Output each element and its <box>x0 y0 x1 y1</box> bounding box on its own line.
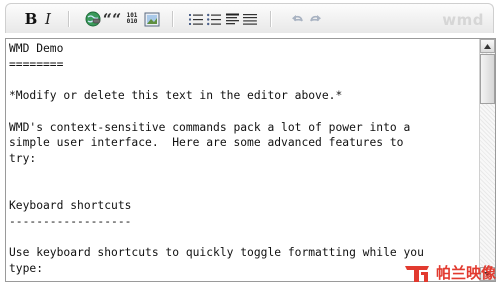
blockquote-button[interactable]: ““ <box>102 9 122 29</box>
image-button[interactable] <box>144 10 160 28</box>
markdown-editor[interactable]: WMD Demo ======== *Modify or delete this… <box>5 38 496 282</box>
undo-button[interactable] <box>290 10 304 28</box>
quote-icon: ““ <box>102 9 122 29</box>
editor-line: simple user interface. Here are some adv… <box>9 136 404 150</box>
redo-button[interactable] <box>308 10 322 28</box>
redo-icon <box>309 14 321 21</box>
bulleted-list-button[interactable] <box>206 10 222 28</box>
editor-line: ------------------ <box>9 214 132 228</box>
bold-button[interactable]: B <box>24 10 38 28</box>
toolbar-separator <box>270 11 272 27</box>
numbered-list-icon <box>189 13 203 25</box>
editor-line: Keyboard shortcuts <box>9 199 132 213</box>
vertical-scrollbar[interactable] <box>479 39 495 281</box>
horizontal-rule-button[interactable] <box>242 10 258 28</box>
link-icon <box>85 11 101 27</box>
watermark-text: 帕兰映像 <box>435 264 496 282</box>
horizontal-rule-icon <box>243 13 257 25</box>
code-button[interactable]: 101 010 <box>124 10 140 28</box>
italic-button[interactable]: I <box>42 10 54 28</box>
editor-line: Use keyboard shortcuts to quickly toggle… <box>9 246 424 260</box>
arrow-up-icon <box>484 43 491 49</box>
undo-icon <box>291 14 303 21</box>
wmd-brand-label: wmd <box>442 11 484 29</box>
editor-line: *Modify or delete this text in the edito… <box>9 89 343 103</box>
image-icon <box>144 12 160 26</box>
link-button[interactable] <box>84 10 102 28</box>
code-icon-line-2: 010 <box>126 18 138 25</box>
editor-line: type: <box>9 261 44 275</box>
scroll-thumb[interactable] <box>480 54 495 104</box>
scroll-up-button[interactable] <box>480 39 495 53</box>
editor-line: ======== <box>9 57 64 71</box>
editor-text-area[interactable]: WMD Demo ======== *Modify or delete this… <box>9 41 475 277</box>
editor-line: WMD Demo <box>9 42 64 55</box>
watermark-logo-icon <box>404 265 429 282</box>
editor-line: try: <box>9 151 37 165</box>
bulleted-list-icon <box>207 13 221 25</box>
heading-button[interactable] <box>224 10 240 28</box>
editor-line: WMD's context-sensitive commands pack a … <box>9 120 411 134</box>
heading-icon <box>225 13 239 24</box>
wmd-toolbar: B I ““ 101 010 wmd <box>5 3 494 33</box>
numbered-list-button[interactable] <box>188 10 204 28</box>
toolbar-separator <box>172 11 174 27</box>
watermark: 帕兰映像 <box>403 262 496 283</box>
toolbar-separator <box>68 11 70 27</box>
